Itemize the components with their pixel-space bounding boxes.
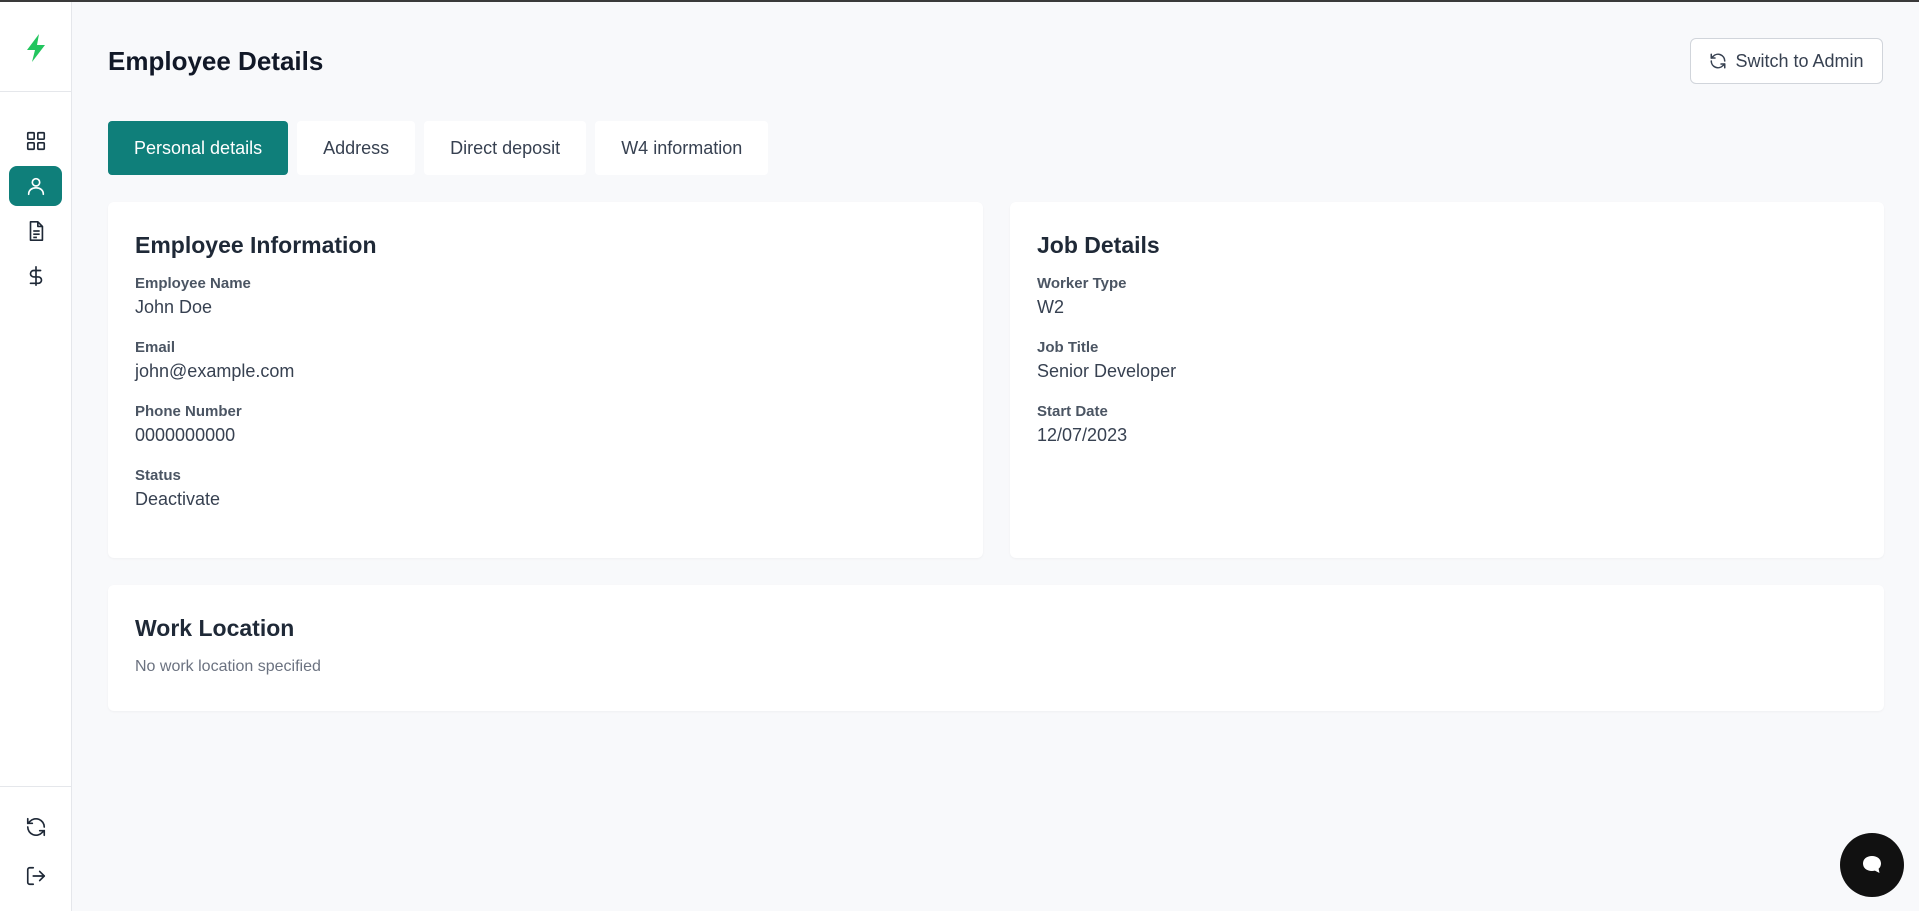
card-title: Work Location — [135, 615, 295, 641]
empty-state-text: No work location specified — [135, 658, 321, 675]
switch-to-admin-button[interactable]: Switch to Admin — [1690, 38, 1883, 84]
card-title: Employee Information — [135, 232, 377, 258]
sidebar-divider-bottom — [0, 786, 71, 787]
field-value: Deactivate — [135, 489, 221, 509]
user-icon — [27, 177, 44, 196]
field-value: W2 — [1037, 297, 1064, 317]
work-location-card: Work Location No work location specified — [108, 585, 1884, 711]
sidebar-divider — [0, 91, 71, 92]
field-label: Status — [135, 467, 181, 484]
field-label: Email — [135, 339, 176, 356]
chat-button[interactable] — [1840, 833, 1904, 897]
field-value: 0000000000 — [135, 425, 236, 445]
field-email: Email john@example.com — [135, 339, 956, 384]
field-worker-type: Worker Type W2 — [1037, 275, 1857, 320]
employee-information-card: Employee Information Employee Name John … — [108, 202, 983, 558]
field-label: Phone Number — [135, 403, 242, 420]
tab-w4-information[interactable]: W4 information — [595, 121, 769, 175]
tab-address[interactable]: Address — [297, 121, 416, 175]
field-label: Start Date — [1037, 403, 1108, 420]
field-value: John Doe — [135, 297, 213, 317]
field-employee-name: Employee Name John Doe — [135, 275, 956, 320]
lightning-bolt-icon[interactable] — [20, 32, 52, 64]
field-value: 12/07/2023 — [1037, 425, 1128, 445]
field-start-date: Start Date 12/07/2023 — [1037, 403, 1857, 448]
refresh-icon — [1710, 53, 1726, 69]
switch-to-admin-label: Switch to Admin — [1735, 50, 1864, 71]
refresh-icon — [26, 817, 45, 837]
sidebar-item-profile[interactable] — [9, 166, 62, 206]
tab-bar: Personal details Address Direct deposit … — [108, 121, 769, 175]
field-status: Status Deactivate — [135, 467, 956, 512]
job-details-card: Job Details Worker Type W2 Job Title Sen… — [1010, 202, 1884, 558]
document-icon — [29, 221, 43, 241]
sidebar-item-payroll[interactable] — [9, 256, 62, 296]
field-value: Senior Developer — [1037, 361, 1177, 381]
field-value: john@example.com — [135, 361, 295, 381]
page-title: Employee Details — [108, 46, 324, 76]
tab-direct-deposit[interactable]: Direct deposit — [424, 121, 587, 175]
sidebar — [0, 2, 72, 911]
sidebar-item-documents[interactable] — [9, 211, 62, 251]
tab-personal-details[interactable]: Personal details — [108, 121, 289, 175]
sidebar-item-dashboard[interactable] — [9, 121, 62, 161]
field-label: Employee Name — [135, 275, 251, 292]
dollar-icon — [29, 266, 42, 286]
field-label: Job Title — [1037, 339, 1099, 356]
sidebar-item-logout[interactable] — [9, 856, 62, 896]
card-title: Job Details — [1037, 232, 1160, 258]
field-phone-number: Phone Number 0000000000 — [135, 403, 956, 448]
field-label: Worker Type — [1037, 275, 1127, 292]
chat-bubble-icon — [1863, 856, 1881, 873]
field-job-title: Job Title Senior Developer — [1037, 339, 1857, 384]
window-top-border — [0, 0, 1919, 2]
sidebar-item-switch[interactable] — [9, 807, 62, 847]
logout-icon — [26, 866, 45, 886]
grid-icon — [26, 131, 45, 151]
